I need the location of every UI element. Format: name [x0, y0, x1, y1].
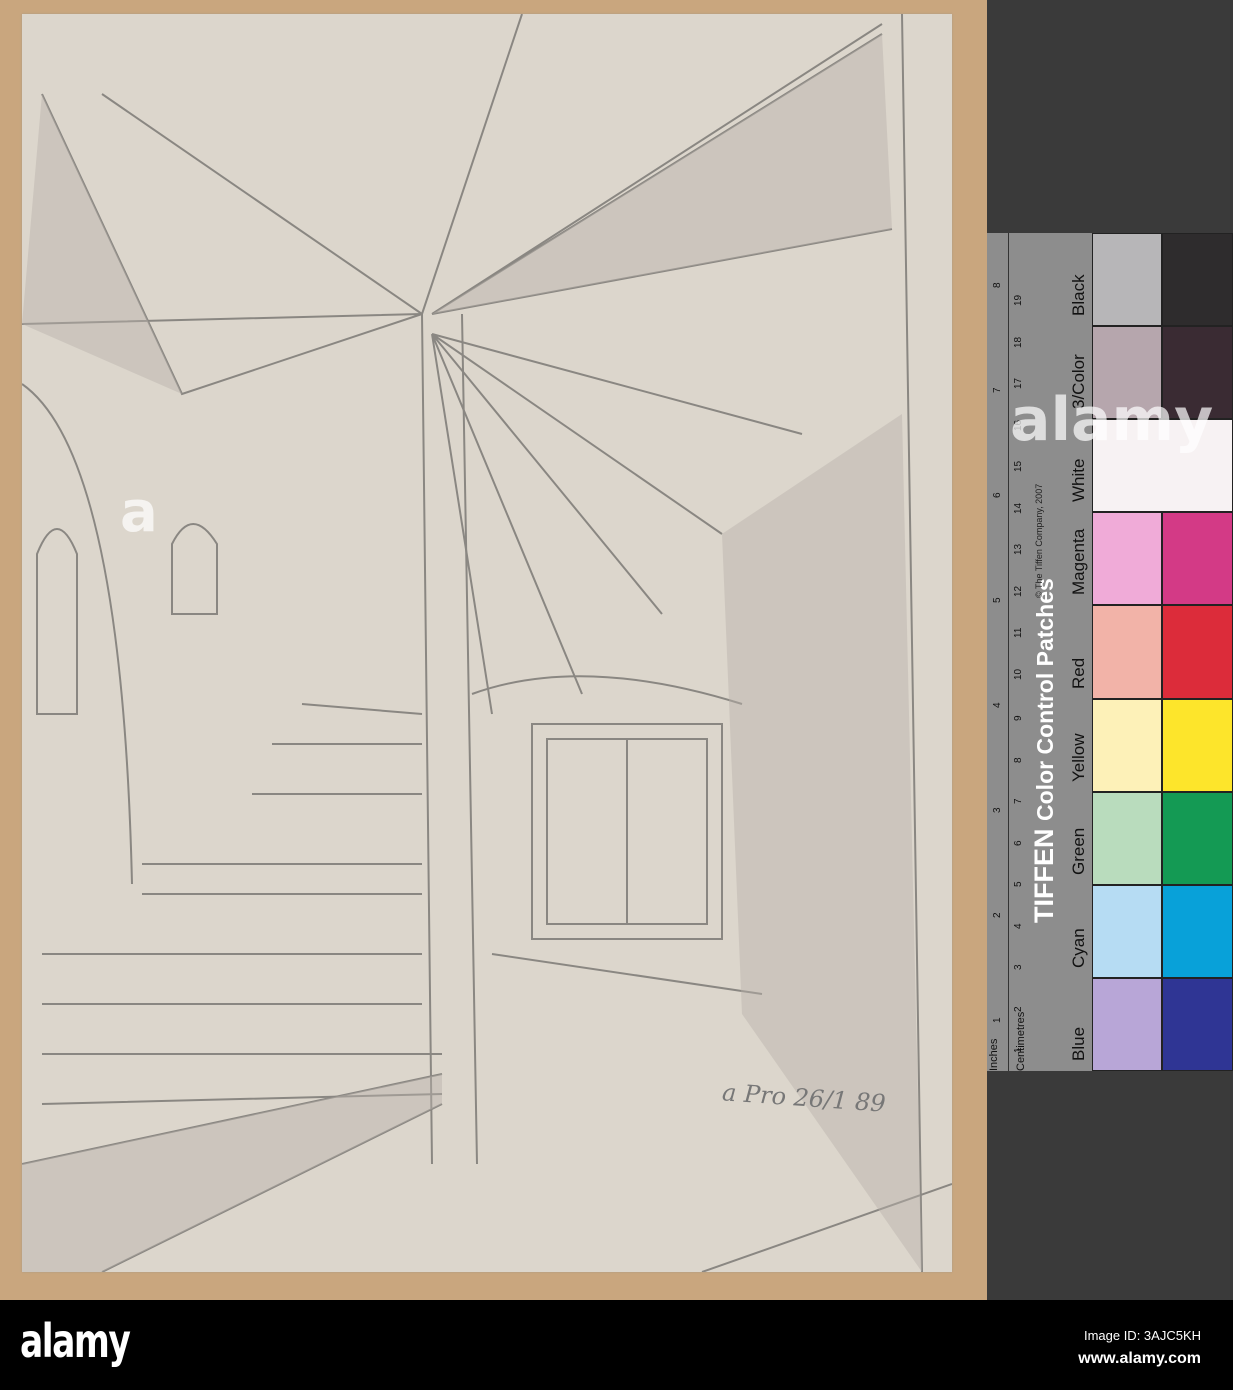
inches-label: Inches — [988, 1038, 1000, 1071]
patch-label: Green — [1069, 827, 1088, 875]
watermark-center: alamy — [1010, 385, 1214, 455]
cm-tick: 12 — [1013, 585, 1024, 597]
copyright: © The Tiffen Company, 2007 — [1034, 483, 1044, 598]
patch-dark-cyan — [1162, 884, 1233, 978]
cm-tick: 13 — [1013, 543, 1024, 555]
cm-tick: 4 — [1013, 922, 1024, 929]
patch-dark-blue — [1162, 977, 1233, 1071]
inch-tick: 6 — [992, 492, 1003, 498]
inch-tick: 4 — [992, 702, 1003, 708]
cm-tick: 5 — [1013, 881, 1024, 887]
pencil-drawing: a Pro 26/1 89 — [22, 14, 952, 1272]
patch-label: Magenta — [1069, 529, 1088, 596]
cm-tick: 10 — [1013, 668, 1024, 680]
patch-label: Cyan — [1069, 928, 1088, 968]
patch-label: Blue — [1069, 1026, 1088, 1061]
patch-light-magenta — [1092, 512, 1162, 606]
patch-label: Yellow — [1069, 733, 1088, 782]
tiffen-brand: TIFFEN Color Control Patches — [1029, 578, 1059, 923]
site-url: www.alamy.com — [1078, 1350, 1201, 1367]
patch-label: Red — [1069, 657, 1088, 689]
centimetres-label: Centimetres — [1015, 1011, 1027, 1071]
cm-tick: 14 — [1013, 502, 1024, 514]
chart-title: Color Control Patches — [1032, 578, 1058, 821]
cm-tick: 15 — [1013, 460, 1024, 472]
watermark: a — [120, 480, 158, 545]
inch-tick: 5 — [992, 597, 1003, 603]
cm-tick: 18 — [1013, 336, 1024, 348]
footer-bar: alamy Image ID: 3AJC5KH www.alamy.com — [0, 1300, 1233, 1390]
alamy-logo: alamy — [20, 1314, 131, 1368]
cm-tick: 11 — [1013, 627, 1024, 638]
patch-label: Black — [1069, 274, 1088, 317]
inch-tick: 8 — [992, 282, 1003, 288]
spiral-staircase-sketch — [22, 14, 952, 1272]
patch-light-green — [1092, 791, 1162, 885]
patch-dark-red — [1162, 605, 1233, 699]
patch-light-black — [1092, 233, 1162, 327]
cm-tick: 6 — [1013, 839, 1024, 846]
patch-dark-magenta — [1162, 512, 1233, 606]
cm-tick: 3 — [1013, 964, 1024, 970]
patch-light-cyan — [1092, 884, 1162, 978]
patch-light-red — [1092, 605, 1162, 699]
patch-dark-black — [1162, 233, 1233, 327]
ruler — [987, 233, 1009, 1071]
inch-tick: 2 — [992, 912, 1003, 918]
tiffen-color-chart: Inches Centimetres 1 2 3 4 5 6 7 8 9 10 11 12 13 14 15… — [987, 233, 1233, 1071]
patch-light-yellow — [1092, 698, 1162, 792]
cm-tick: 7 — [1013, 798, 1024, 804]
inch-tick: 7 — [992, 387, 1003, 393]
patch-dark-green — [1162, 791, 1233, 885]
cm-tick: 8 — [1013, 756, 1024, 763]
patch-dark-yellow — [1162, 698, 1233, 792]
image-id: Image ID: 3AJC5KH — [1083, 1328, 1201, 1343]
patch-light-blue — [1092, 977, 1162, 1071]
inch-tick: 1 — [992, 1017, 1003, 1023]
inch-tick: 3 — [992, 807, 1003, 813]
cm-tick: 1 — [1013, 1047, 1024, 1053]
patch-label: White — [1069, 458, 1088, 503]
cm-tick: 2 — [1013, 1005, 1024, 1012]
cm-tick: 19 — [1013, 294, 1024, 306]
cm-tick: 9 — [1013, 715, 1024, 721]
